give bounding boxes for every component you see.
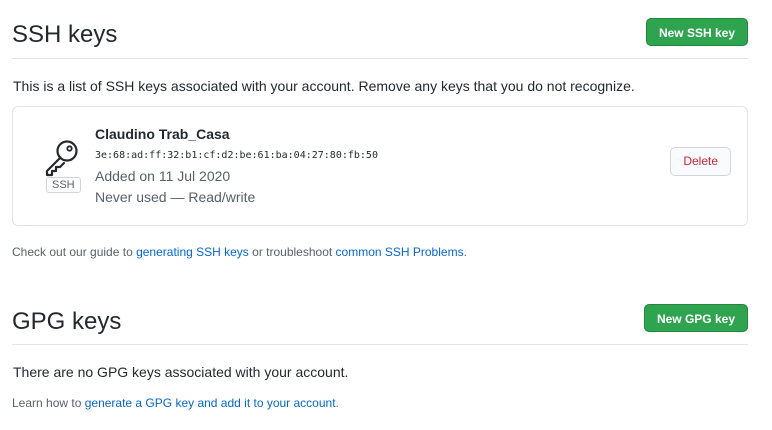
common-ssh-problems-link[interactable]: common SSH Problems (336, 245, 464, 259)
keys-settings-page: SSH keys New SSH key This is a list of S… (0, 0, 772, 430)
ssh-keys-description: This is a list of SSH keys associated wi… (13, 78, 635, 94)
ssh-key-added-date: Added on 11 Jul 2020 (95, 168, 231, 184)
ssh-help-text: Check out our guide to generating SSH ke… (12, 245, 467, 259)
gpg-keys-header: GPG keys New GPG key (12, 304, 748, 345)
key-icon (45, 140, 78, 177)
gpg-help-prefix: Learn how to (12, 396, 85, 410)
ssh-badge: SSH (46, 177, 81, 193)
generating-ssh-keys-link[interactable]: generating SSH keys (136, 245, 249, 259)
ssh-help-prefix: Check out our guide to (12, 245, 137, 259)
ssh-key-list-item: SSH Claudino Trab_Casa 3e:68:ad:ff:32:b1… (12, 106, 748, 226)
gpg-help-suffix: . (335, 396, 339, 410)
generate-gpg-key-link[interactable]: generate a GPG key and add it to your ac… (85, 396, 336, 410)
new-ssh-key-button[interactable]: New SSH key (645, 18, 748, 46)
ssh-help-middle: or troubleshoot (248, 245, 336, 259)
ssh-keys-title: SSH keys (12, 21, 118, 48)
ssh-key-usage: Never used — Read/write (95, 189, 256, 205)
ssh-help-suffix: . (463, 245, 467, 259)
ssh-key-fingerprint: 3e:68:ad:ff:32:b1:cf:d2:be:61:ba:04:27:8… (95, 150, 378, 161)
new-gpg-key-button[interactable]: New GPG key (643, 304, 748, 332)
ssh-keys-header: SSH keys New SSH key (12, 18, 748, 59)
gpg-help-text: Learn how to generate a GPG key and add … (12, 396, 339, 410)
ssh-key-name: Claudino Trab_Casa (95, 126, 230, 142)
gpg-keys-title: GPG keys (12, 308, 122, 335)
gpg-empty-text: There are no GPG keys associated with yo… (13, 364, 349, 380)
delete-ssh-key-button[interactable]: Delete (670, 147, 731, 176)
